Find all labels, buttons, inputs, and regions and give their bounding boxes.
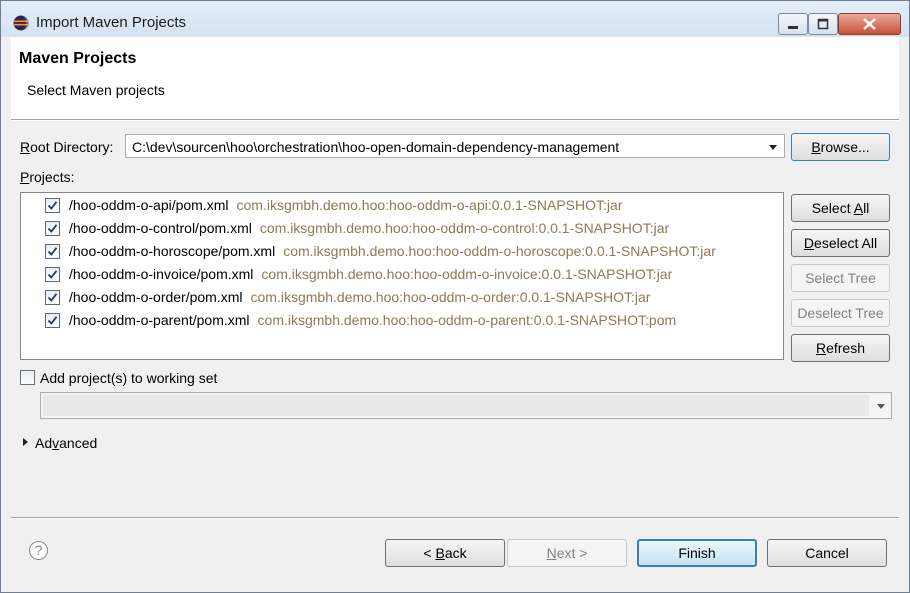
wizard-banner: Maven Projects Select Maven projects [11, 37, 899, 119]
deselect-all-button[interactable]: Deselect All [791, 229, 890, 257]
select-tree-button[interactable]: Select Tree [791, 264, 890, 292]
add-to-working-set-label: Add project(s) to working set [40, 370, 218, 386]
browse-button[interactable]: Browse... [791, 133, 890, 161]
project-path: /hoo-oddm-o-order/pom.xml [69, 289, 243, 305]
footer-separator [11, 517, 899, 519]
project-checkbox[interactable] [45, 290, 60, 305]
refresh-button[interactable]: Refresh [791, 334, 890, 362]
working-set-combo[interactable] [40, 392, 892, 419]
project-path: /hoo-oddm-o-horoscope/pom.xml [69, 243, 276, 259]
page-title: Maven Projects [19, 50, 137, 67]
back-button[interactable]: < Back [385, 539, 505, 567]
checkmark-icon [47, 224, 58, 233]
expand-arrow-icon[interactable] [23, 438, 28, 446]
projects-list[interactable]: /hoo-oddm-o-api/pom.xml com.iksgmbh.demo.… [20, 192, 784, 360]
help-icon[interactable]: ? [29, 541, 48, 560]
banner-separator [11, 119, 899, 121]
project-checkbox[interactable] [45, 244, 60, 259]
project-checkbox[interactable] [45, 221, 60, 236]
project-coordinates: com.iksgmbh.demo.hoo:hoo-oddm-o-order:0.… [250, 289, 651, 305]
projects-label: Projects: [20, 169, 75, 185]
project-checkbox[interactable] [45, 313, 60, 328]
maximize-button[interactable] [808, 13, 838, 35]
eclipse-icon [13, 15, 29, 31]
add-to-working-set-checkbox[interactable] [20, 370, 35, 385]
project-checkbox[interactable] [45, 267, 60, 282]
checkmark-icon [47, 247, 58, 256]
import-maven-projects-dialog: Import Maven Projects Maven Projects Sel… [0, 0, 910, 593]
checkmark-icon [47, 270, 58, 279]
project-checkbox[interactable] [45, 198, 60, 213]
checkmark-icon [47, 316, 58, 325]
select-all-button[interactable]: Select All [791, 194, 890, 222]
project-coordinates: com.iksgmbh.demo.hoo:hoo-oddm-o-control:… [259, 220, 670, 236]
project-coordinates: com.iksgmbh.demo.hoo:hoo-oddm-o-api:0.0.… [236, 197, 623, 213]
cancel-button[interactable]: Cancel [767, 539, 887, 567]
title-bar: Import Maven Projects [1, 1, 909, 37]
project-path: /hoo-oddm-o-invoice/pom.xml [69, 266, 254, 282]
checkmark-icon [47, 201, 58, 210]
finish-button[interactable]: Finish [637, 539, 757, 567]
project-coordinates: com.iksgmbh.demo.hoo:hoo-oddm-o-parent:0… [257, 312, 677, 328]
deselect-tree-button[interactable]: Deselect Tree [791, 299, 890, 327]
minimize-button[interactable] [778, 13, 808, 35]
working-set-value [43, 395, 869, 416]
checkmark-icon [47, 293, 58, 302]
window-title: Import Maven Projects [36, 14, 187, 31]
maximize-icon [817, 18, 829, 30]
root-directory-value: C:\dev\sourcen\hoo\orchestration\hoo-ope… [132, 139, 620, 155]
project-coordinates: com.iksgmbh.demo.hoo:hoo-oddm-o-horoscop… [283, 243, 716, 259]
root-directory-combo[interactable]: C:\dev\sourcen\hoo\orchestration\hoo-ope… [125, 134, 785, 158]
close-button[interactable] [838, 13, 901, 35]
chevron-down-icon[interactable] [877, 404, 885, 409]
project-path: /hoo-oddm-o-api/pom.xml [69, 197, 229, 213]
root-directory-label: Root Directory: [20, 139, 114, 155]
next-button[interactable]: Next > [507, 539, 627, 567]
close-icon [863, 18, 876, 30]
advanced-section-toggle[interactable]: Advanced [35, 435, 97, 451]
project-path: /hoo-oddm-o-control/pom.xml [69, 220, 252, 236]
project-coordinates: com.iksgmbh.demo.hoo:hoo-oddm-o-invoice:… [261, 266, 673, 282]
page-description: Select Maven projects [27, 82, 165, 98]
project-path: /hoo-oddm-o-parent/pom.xml [69, 312, 250, 328]
chevron-down-icon[interactable] [769, 145, 777, 150]
minimize-icon [788, 26, 798, 29]
